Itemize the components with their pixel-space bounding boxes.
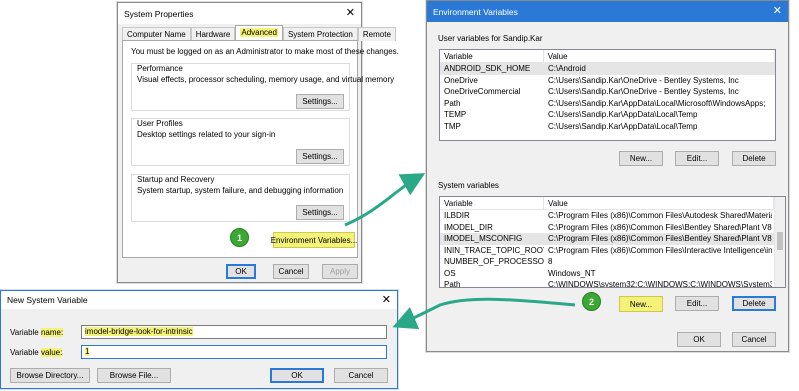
user-variables-table: Variable Value ANDROID_SDK_HOME C:\Androi… <box>439 49 776 141</box>
table-row[interactable]: OneDriveCommercial C:\Users\Sandip.Kar\On… <box>440 86 775 98</box>
table-row[interactable]: IMODEL_MSCONFIG C:\Program Files (x86)\Co… <box>440 233 785 245</box>
table-row[interactable]: NUMBER_OF_PROCESSORS8 <box>440 256 785 268</box>
startup-recovery-desc: System startup, system failure, and debu… <box>137 186 344 195</box>
user-profiles-desc: Desktop settings related to your sign-in <box>137 130 276 139</box>
variable-value-field[interactable]: 1 <box>81 345 387 359</box>
table-row[interactable]: OneDrive C:\Users\Sandip.Kar\OneDrive - B… <box>440 75 775 87</box>
close-icon[interactable]: ✕ <box>382 293 391 307</box>
admin-note: You must be logged on as an Administrato… <box>131 47 399 56</box>
user-delete-button[interactable]: Delete <box>732 151 776 166</box>
table-row[interactable]: TEMP C:\Users\Sandip.Kar\AppData\Local\Te… <box>440 109 775 121</box>
advanced-tab-panel: You must be logged on as an Administrato… <box>122 40 399 258</box>
col-variable: Variable <box>440 50 544 62</box>
startup-recovery-title: Startup and Recovery <box>137 175 215 184</box>
environment-variables-cancel-button[interactable]: Cancel <box>732 332 776 347</box>
new-system-variable-titlebar: New System Variable <box>1 291 397 309</box>
startup-recovery-settings-button[interactable]: Settings... <box>296 205 344 220</box>
system-properties-titlebar: System Properties <box>118 3 361 24</box>
table-row[interactable]: TMP C:\Users\Sandip.Kar\AppData\Local\Tem… <box>440 121 775 133</box>
performance-settings-button[interactable]: Settings... <box>296 94 344 109</box>
table-row[interactable]: ILBDIR C:\Program Files (x86)\Common File… <box>440 210 785 222</box>
col-value: Value <box>544 50 775 62</box>
system-properties-title: System Properties <box>124 8 194 19</box>
system-variables-heading: System variables <box>438 181 499 190</box>
tab-remote[interactable]: Remote <box>357 27 396 41</box>
scrollbar-thumb[interactable] <box>777 232 783 250</box>
new-system-variable-window: New System Variable ✕ Variable name: imo… <box>0 290 398 389</box>
system-delete-button[interactable]: Delete <box>732 296 776 311</box>
user-variables-header: Variable Value <box>440 50 775 63</box>
performance-title: Performance <box>137 64 183 73</box>
col-value: Value <box>544 197 774 209</box>
user-profiles-settings-button[interactable]: Settings... <box>296 149 344 164</box>
system-variables-table: Variable Value ILBDIR C:\Program Files (x… <box>439 196 786 288</box>
new-system-variable-title: New System Variable <box>7 295 88 305</box>
system-properties-cancel-button[interactable]: Cancel <box>273 264 309 279</box>
system-new-button[interactable]: New... <box>619 296 663 312</box>
tab-advanced[interactable]: Advanced <box>235 25 283 41</box>
new-variable-cancel-button[interactable]: Cancel <box>334 368 388 383</box>
table-row[interactable]: ANDROID_SDK_HOME C:\Android <box>440 63 775 75</box>
table-row[interactable]: ININ_TRACE_TOPIC_ROOT C:\Program Files (x… <box>440 245 785 257</box>
environment-variables-titlebar: Environment Variables <box>427 1 788 22</box>
table-row[interactable]: Path C:\WINDOWS\system32;C:\WINDOWS;C:\WI… <box>440 279 785 287</box>
variable-name-field[interactable]: imodel-bridge-look-for-intrinsic <box>81 325 387 339</box>
close-icon[interactable]: ✕ <box>346 6 355 20</box>
table-row[interactable]: Path C:\Users\Sandip.Kar\AppData\Local\Mi… <box>440 98 775 110</box>
tab-hardware[interactable]: Hardware <box>190 27 236 41</box>
system-variables-scrollbar[interactable] <box>774 197 785 287</box>
startup-recovery-group: Startup and Recovery System startup, sys… <box>131 174 350 222</box>
user-profiles-title: User Profiles <box>137 119 183 128</box>
user-edit-button[interactable]: Edit... <box>675 151 719 166</box>
variable-name-label: Variable name: <box>10 328 64 337</box>
performance-group: Performance Visual effects, processor sc… <box>131 63 394 111</box>
tab-system-protection[interactable]: System Protection <box>282 27 358 41</box>
close-icon[interactable]: ✕ <box>773 4 782 18</box>
environment-variables-title: Environment Variables <box>433 6 518 17</box>
step-2-callout: 2 <box>582 292 601 311</box>
user-new-button[interactable]: New... <box>619 151 663 166</box>
environment-variables-button[interactable]: Environment Variables... <box>271 232 357 248</box>
user-profiles-group: User Profiles Desktop settings related t… <box>131 118 350 166</box>
environment-variables-ok-button[interactable]: OK <box>677 332 721 347</box>
table-row[interactable]: OS Windows_NT <box>440 268 785 280</box>
performance-desc: Visual effects, processor scheduling, me… <box>137 75 395 84</box>
user-variables-heading: User variables for Sandip.Kar <box>438 34 543 43</box>
browse-file-button[interactable]: Browse File... <box>97 368 171 383</box>
browse-directory-button[interactable]: Browse Directory... <box>10 368 90 383</box>
system-edit-button[interactable]: Edit... <box>675 296 719 311</box>
system-properties-tabs: Computer Name Hardware Advanced System P… <box>122 25 396 41</box>
step-1-callout: 1 <box>230 228 249 247</box>
new-variable-ok-button[interactable]: OK <box>270 368 324 383</box>
tab-computer-name[interactable]: Computer Name <box>122 27 191 41</box>
system-properties-ok-button[interactable]: OK <box>226 264 256 279</box>
variable-value-label: Variable value: <box>10 348 63 357</box>
col-variable: Variable <box>440 197 544 209</box>
environment-variables-window: Environment Variables ✕ User variables f… <box>426 0 789 352</box>
table-row[interactable]: IMODEL_DIR C:\Program Files (x86)\Common … <box>440 222 785 234</box>
system-variables-header: Variable Value <box>440 197 785 210</box>
system-properties-apply-button[interactable]: Apply <box>322 264 358 279</box>
